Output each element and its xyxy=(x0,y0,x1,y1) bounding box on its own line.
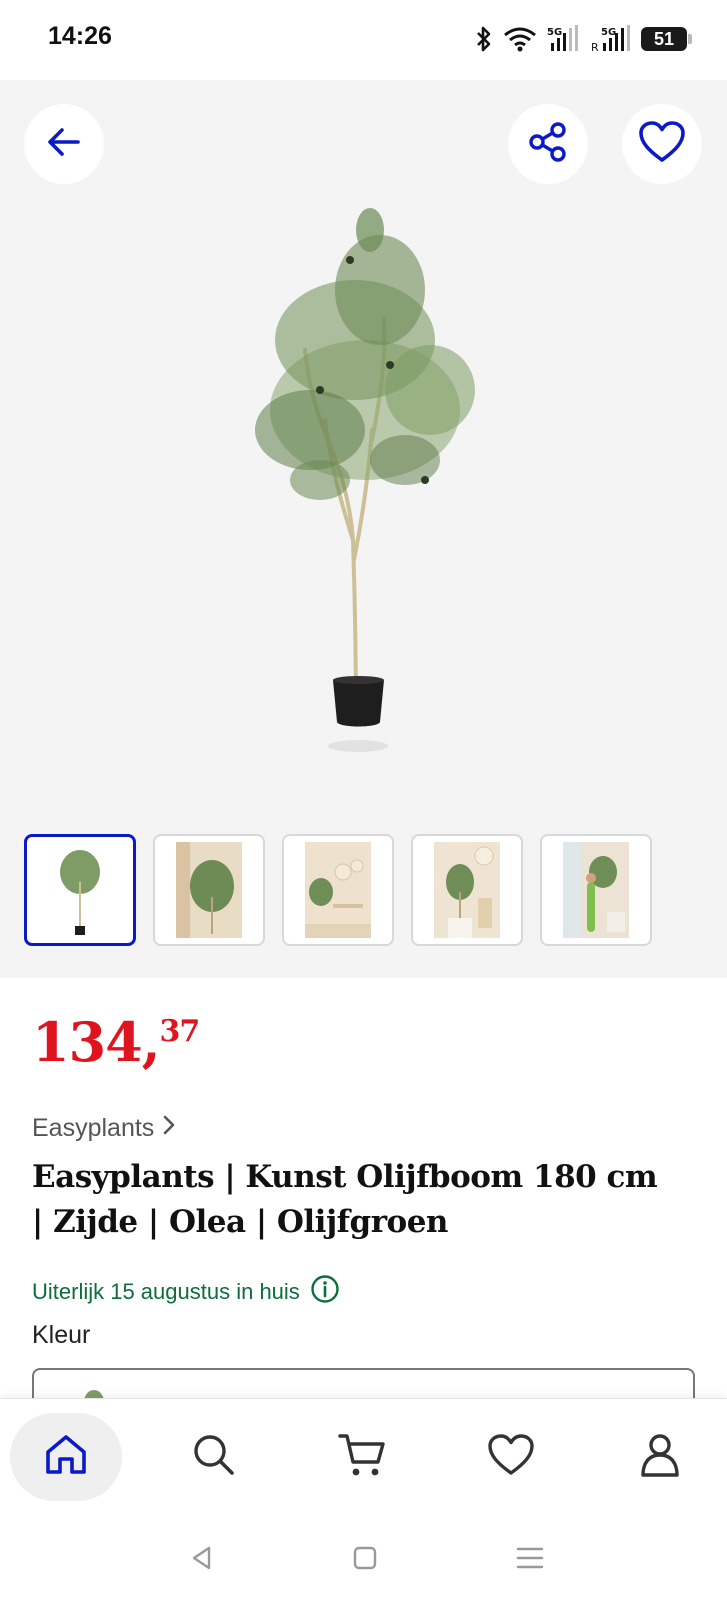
thumbnail-image xyxy=(47,842,113,938)
info-icon[interactable] xyxy=(310,1274,340,1310)
product-title-line-1: Easyplants | Kunst Olijfboom 180 cm xyxy=(32,1159,658,1195)
delivery-info: Uiterlijk 15 augustus in huis xyxy=(32,1274,340,1310)
status-bar: 14:26 5G 5G R 51 xyxy=(0,0,727,80)
chevron-right-icon xyxy=(162,1114,176,1143)
product-image[interactable] xyxy=(190,200,540,840)
battery-icon: 51 xyxy=(641,27,692,51)
square-home-icon xyxy=(350,1543,380,1577)
svg-text:R: R xyxy=(591,41,599,53)
wifi-icon xyxy=(503,26,537,52)
back-button[interactable] xyxy=(24,104,104,184)
svg-text:5G: 5G xyxy=(547,27,562,38)
share-icon xyxy=(526,120,570,168)
bluetooth-icon xyxy=(475,25,493,53)
system-home-button[interactable] xyxy=(345,1540,385,1580)
share-button[interactable] xyxy=(508,104,588,184)
nav-cart[interactable] xyxy=(306,1413,418,1501)
price-whole: 134 xyxy=(32,1010,143,1074)
home-icon xyxy=(43,1432,89,1482)
system-navigation xyxy=(0,1516,727,1600)
nav-favorites[interactable] xyxy=(455,1413,567,1501)
thumbnail-2[interactable] xyxy=(153,834,265,946)
brand-link[interactable]: Easyplants xyxy=(32,1114,176,1143)
thumbnail-3[interactable] xyxy=(282,834,394,946)
signal-5g-roaming-icon: 5G R xyxy=(591,25,631,53)
thumbnail-image xyxy=(305,842,371,938)
delivery-text: Uiterlijk 15 augustus in huis xyxy=(32,1279,300,1304)
nav-home[interactable] xyxy=(10,1413,122,1501)
color-label: Kleur xyxy=(32,1321,91,1349)
cart-icon xyxy=(337,1430,387,1484)
thumbnail-4[interactable] xyxy=(411,834,523,946)
heart-icon xyxy=(486,1432,536,1482)
svg-text:5G: 5G xyxy=(601,27,616,38)
brand-name: Easyplants xyxy=(32,1114,155,1142)
status-icons: 5G 5G R 51 xyxy=(475,24,692,54)
menu-lines-icon xyxy=(515,1543,545,1577)
favorite-button[interactable] xyxy=(622,104,702,184)
thumbnail-1[interactable] xyxy=(24,834,136,946)
system-back-button[interactable] xyxy=(182,1540,222,1580)
arrow-left-icon xyxy=(44,122,84,166)
price-comma: , xyxy=(141,1010,161,1074)
triangle-back-icon xyxy=(187,1543,217,1577)
thumbnail-image xyxy=(176,842,242,938)
heart-icon xyxy=(638,120,686,168)
user-icon xyxy=(637,1431,683,1483)
thumbnail-image xyxy=(434,842,500,938)
search-icon xyxy=(191,1432,237,1482)
thumbnail-strip xyxy=(24,834,652,946)
status-time: 14:26 xyxy=(48,22,112,50)
signal-5g-icon: 5G xyxy=(547,25,581,53)
product-price: 134,37 xyxy=(32,1010,201,1074)
thumbnail-image xyxy=(563,842,629,938)
product-title: Easyplants | Kunst Olijfboom 180 cm | Zi… xyxy=(32,1155,702,1245)
price-cents: 37 xyxy=(159,1014,201,1049)
nav-account[interactable] xyxy=(604,1413,716,1501)
product-gallery xyxy=(0,80,727,978)
nav-search[interactable] xyxy=(158,1413,270,1501)
product-title-line-2: | Zijde | Olea | Olijfgroen xyxy=(32,1204,448,1240)
system-recents-button[interactable] xyxy=(510,1540,550,1580)
bottom-navigation xyxy=(0,1398,727,1516)
thumbnail-5[interactable] xyxy=(540,834,652,946)
